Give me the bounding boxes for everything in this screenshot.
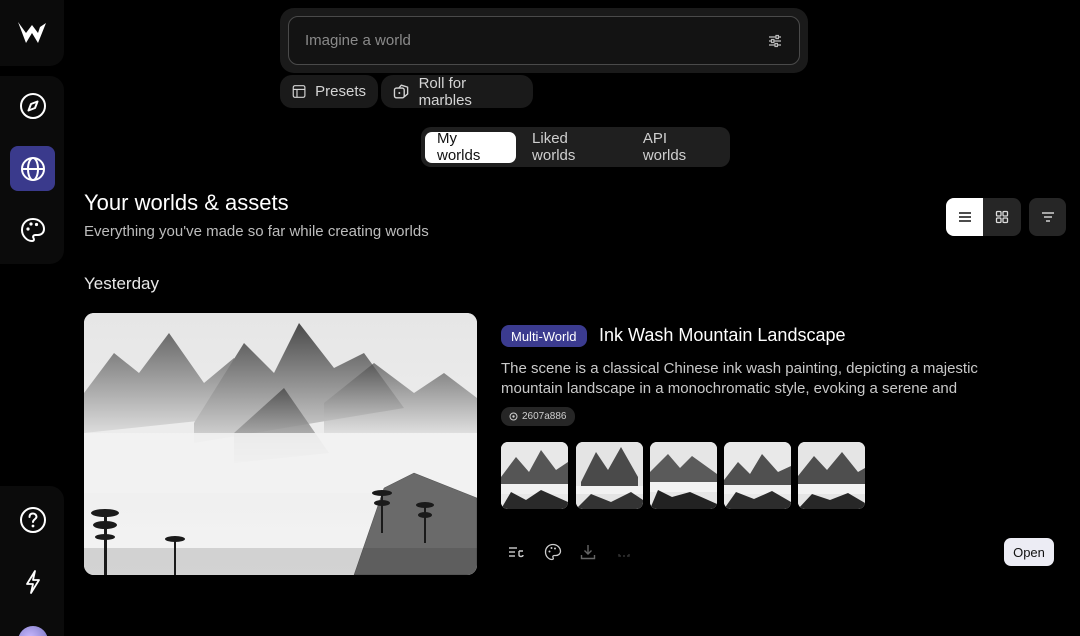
palette-icon	[544, 543, 562, 561]
style-button[interactable]	[542, 541, 564, 563]
world-thumbnail[interactable]	[724, 442, 791, 509]
thumbnail-image	[650, 442, 717, 509]
world-type-badge: Multi-World	[501, 325, 587, 347]
prompt-panel	[280, 8, 808, 73]
explore-nav-button[interactable]	[10, 83, 55, 128]
world-thumbnail[interactable]	[798, 442, 865, 509]
list-view-button[interactable]	[946, 198, 983, 236]
worlds-nav-button[interactable]	[10, 146, 55, 191]
palette-icon	[20, 217, 45, 242]
globe-icon	[20, 156, 45, 181]
thumbnail-image	[724, 442, 791, 509]
world-description: The scene is a classical Chinese ink was…	[501, 360, 978, 397]
world-preview-image[interactable]	[84, 313, 477, 575]
assets-nav-button[interactable]	[10, 207, 55, 252]
prompt-input[interactable]	[305, 32, 767, 49]
thumbnail-image	[501, 442, 568, 509]
more-options-button[interactable]	[613, 541, 635, 563]
download-button[interactable]	[577, 541, 599, 563]
seed-icon	[509, 412, 518, 421]
world-id-text: 2607a886	[522, 411, 567, 422]
settings-sliders-icon[interactable]	[767, 33, 783, 49]
text-edit-icon	[509, 547, 524, 558]
ink-landscape-image	[84, 313, 477, 575]
logo-icon[interactable]	[16, 19, 48, 47]
world-thumbnail[interactable]	[650, 442, 717, 509]
page-subtitle: Everything you've made so far while crea…	[84, 223, 429, 240]
page-title: Your worlds & assets	[84, 190, 289, 215]
avatar[interactable]	[18, 626, 48, 636]
layout-icon	[292, 85, 306, 98]
roll-label: Roll for marbles	[418, 74, 472, 109]
help-icon	[19, 506, 46, 533]
sidebar-bottom	[0, 486, 64, 636]
dice-icon	[393, 84, 409, 99]
world-thumbnail[interactable]	[501, 442, 568, 509]
tab-my-worlds[interactable]: My worlds	[425, 130, 517, 164]
thumbnail-image	[576, 442, 643, 509]
worlds-tabs: My worlds Liked worlds API worlds	[421, 127, 730, 167]
section-date-label: Yesterday	[84, 274, 159, 293]
upgrade-nav-button[interactable]	[10, 559, 55, 604]
presets-label: Presets	[315, 83, 366, 100]
filter-icon	[1041, 212, 1054, 222]
list-icon	[958, 212, 971, 222]
world-thumbnail[interactable]	[576, 442, 643, 509]
world-id-badge[interactable]: 2607a886	[501, 407, 575, 426]
edit-prompt-button[interactable]	[505, 541, 527, 563]
roll-for-marbles-button[interactable]: Roll for marbles	[381, 74, 533, 109]
grid-icon	[995, 210, 1008, 224]
link-icon	[618, 554, 630, 557]
tab-api-worlds[interactable]: API worlds	[631, 130, 726, 164]
grid-view-button[interactable]	[983, 198, 1020, 236]
prompt-box	[288, 16, 800, 65]
presets-button[interactable]: Presets	[280, 75, 378, 108]
sidebar-logo-panel	[0, 0, 64, 66]
download-icon	[580, 545, 596, 560]
open-world-button[interactable]: Open	[1004, 538, 1054, 566]
compass-icon	[19, 92, 46, 119]
sidebar-nav	[0, 76, 64, 264]
help-nav-button[interactable]	[10, 497, 55, 542]
world-title[interactable]: Ink Wash Mountain Landscape	[599, 325, 845, 346]
filter-button[interactable]	[1029, 198, 1066, 236]
tab-liked-worlds[interactable]: Liked worlds	[520, 130, 627, 164]
view-toggle	[946, 198, 1021, 236]
thumbnail-image	[798, 442, 865, 509]
lightning-icon	[25, 569, 40, 594]
